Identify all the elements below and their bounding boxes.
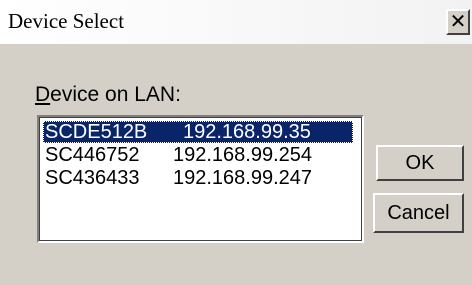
list-item[interactable]: SCDE512B 192.168.99.35 — [43, 121, 353, 143]
device-list-label: Device on LAN: — [35, 83, 181, 107]
close-icon: ✕ — [449, 9, 467, 33]
label-mnemonic: D — [35, 83, 51, 106]
device-ip: 192.168.99.247 — [173, 167, 313, 189]
close-button[interactable]: ✕ — [446, 9, 470, 35]
cancel-button[interactable]: Cancel — [373, 193, 464, 233]
device-name: SC436433 — [45, 167, 140, 189]
device-name: SCDE512B — [45, 121, 148, 143]
device-listbox[interactable]: SCDE512B 192.168.99.35 SC446752 192.168.… — [37, 115, 364, 243]
title-bar[interactable]: Device Select ✕ — [0, 0, 472, 44]
label-text: evice on LAN: — [50, 83, 181, 106]
device-ip: 192.168.99.254 — [173, 144, 313, 166]
list-item[interactable]: SC446752 192.168.99.254 — [43, 144, 353, 166]
list-item[interactable]: SC436433 192.168.99.247 — [43, 167, 353, 189]
window-title: Device Select — [8, 9, 125, 33]
device-ip: 192.168.99.35 — [183, 121, 311, 143]
ok-button[interactable]: OK — [376, 145, 464, 181]
device-name: SC446752 — [45, 144, 140, 166]
device-select-dialog: Device Select ✕ Device on LAN: SCDE512B … — [0, 0, 472, 285]
